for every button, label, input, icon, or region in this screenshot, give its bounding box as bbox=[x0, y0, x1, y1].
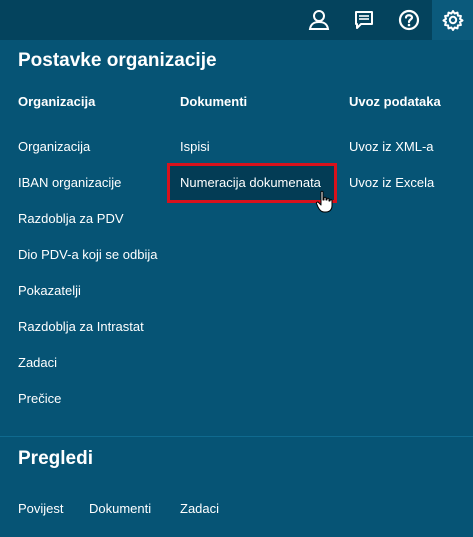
messages-icon[interactable] bbox=[344, 0, 384, 40]
menu-item-razdoblja-intrastat[interactable]: Razdoblja za Intrastat bbox=[18, 319, 144, 334]
menu-item-zadaci[interactable]: Zadaci bbox=[18, 355, 57, 370]
menu-item-numeracija-dokumenata[interactable]: Numeracija dokumenata bbox=[180, 175, 321, 190]
pregledi-item-zadaci[interactable]: Zadaci bbox=[180, 501, 219, 516]
menu-item-razdoblja-pdv[interactable]: Razdoblja za PDV bbox=[18, 211, 124, 226]
column-heading-organizacija: Organizacija bbox=[18, 94, 96, 109]
top-toolbar bbox=[0, 0, 473, 40]
menu-item-precice[interactable]: Prečice bbox=[18, 391, 61, 406]
column-heading-dokumenti: Dokumenti bbox=[180, 94, 248, 109]
pregledi-title: Pregledi bbox=[18, 448, 93, 469]
column-heading-uvoz: Uvoz podataka bbox=[349, 94, 441, 109]
settings-title: Postavke organizacije bbox=[18, 50, 217, 71]
menu-item-iban[interactable]: IBAN organizacije bbox=[18, 175, 121, 190]
help-icon[interactable] bbox=[389, 0, 429, 40]
pregledi-item-dokumenti[interactable]: Dokumenti bbox=[89, 501, 151, 516]
section-divider bbox=[0, 436, 473, 437]
menu-item-uvoz-xml[interactable]: Uvoz iz XML-a bbox=[349, 139, 434, 154]
menu-item-organizacija[interactable]: Organizacija bbox=[18, 139, 90, 154]
menu-item-ispisi[interactable]: Ispisi bbox=[180, 139, 210, 154]
user-icon[interactable] bbox=[299, 0, 339, 40]
menu-item-uvoz-excel[interactable]: Uvoz iz Excela bbox=[349, 175, 434, 190]
settings-icon[interactable] bbox=[432, 0, 473, 40]
pregledi-item-povijest[interactable]: Povijest bbox=[18, 501, 64, 516]
menu-item-dio-pdv[interactable]: Dio PDV-a koji se odbija bbox=[18, 247, 157, 262]
hand-cursor-icon bbox=[315, 190, 335, 219]
menu-item-pokazatelji[interactable]: Pokazatelji bbox=[18, 283, 81, 298]
